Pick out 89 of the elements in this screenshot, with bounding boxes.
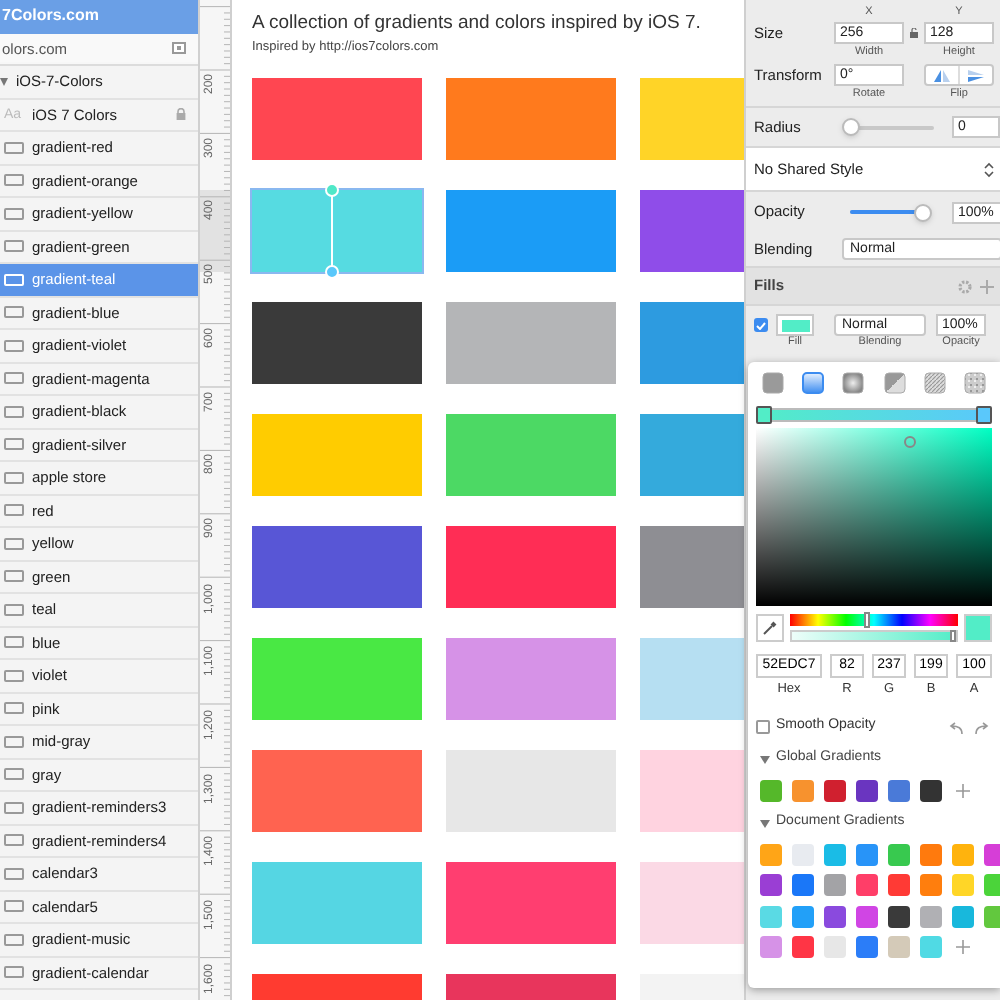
gradient-swatch[interactable] <box>760 843 782 865</box>
gradient-swatch[interactable] <box>760 936 782 958</box>
gradient-swatch[interactable] <box>792 779 814 801</box>
alpha-slider[interactable] <box>790 629 958 641</box>
saturation-brightness-field[interactable] <box>756 428 992 606</box>
gradient-swatch[interactable] <box>792 905 814 927</box>
gradient-swatch[interactable] <box>824 936 846 958</box>
gradient-swatch[interactable] <box>856 779 878 801</box>
gradient-swatch[interactable] <box>984 843 1000 865</box>
gradient-swatch[interactable] <box>888 779 910 801</box>
eyedropper-icon <box>762 619 778 635</box>
gradient-swatch[interactable] <box>952 874 974 896</box>
slider-thumb[interactable] <box>950 629 956 641</box>
color-cursor[interactable] <box>904 436 916 448</box>
box-icon <box>172 42 186 55</box>
slider-thumb[interactable] <box>864 611 871 627</box>
gradient-swatch[interactable] <box>888 874 910 896</box>
gradient-swatch[interactable] <box>984 905 1000 927</box>
plus-icon[interactable] <box>956 783 970 797</box>
redo-icon[interactable] <box>974 721 990 733</box>
fill-type-flat-icon[interactable] <box>762 372 784 394</box>
gradient-swatch[interactable] <box>952 905 974 927</box>
eyedropper-button[interactable] <box>756 613 784 641</box>
hue-slider[interactable] <box>790 613 958 625</box>
color-swatch[interactable] <box>252 750 422 832</box>
slider-thumb[interactable] <box>842 118 860 136</box>
gradient-swatch[interactable] <box>824 874 846 896</box>
gradient-handle[interactable] <box>324 182 340 280</box>
disclosure-icon <box>760 819 770 827</box>
color-swatch[interactable] <box>446 638 616 720</box>
color-swatch[interactable] <box>446 414 616 496</box>
check-icon <box>756 321 766 329</box>
gradient-swatch[interactable] <box>920 874 942 896</box>
gradient-swatch[interactable] <box>760 905 782 927</box>
color-swatch[interactable] <box>446 526 616 608</box>
gradient-swatch[interactable] <box>888 843 910 865</box>
undo-icon[interactable] <box>948 721 964 733</box>
gradient-swatch[interactable] <box>824 843 846 865</box>
gradient-stop[interactable] <box>976 406 992 424</box>
gradient-bar[interactable] <box>756 408 992 422</box>
gradient-swatch[interactable] <box>920 905 942 927</box>
flip-icon <box>934 69 950 81</box>
gradient-swatch[interactable] <box>856 874 878 896</box>
color-swatch[interactable] <box>252 638 422 720</box>
color-swatch[interactable] <box>252 526 422 608</box>
color-swatch[interactable] <box>446 862 616 944</box>
plus-icon <box>980 279 994 293</box>
color-swatch[interactable] <box>446 78 616 160</box>
fill-type-noise-icon[interactable] <box>963 372 986 394</box>
page-title: 7Colors.com <box>0 8 99 25</box>
gradient-swatch[interactable] <box>920 936 942 958</box>
color-swatch[interactable] <box>252 414 422 496</box>
gradient-swatch[interactable] <box>760 779 782 801</box>
fill-type-radial-icon[interactable] <box>842 372 865 394</box>
gradient-swatch[interactable] <box>856 936 878 958</box>
fill-type-angular-icon[interactable] <box>883 372 906 394</box>
slider-thumb[interactable] <box>914 203 932 221</box>
fill-swatch[interactable] <box>776 314 814 336</box>
gradient-swatch[interactable] <box>952 843 974 865</box>
color-swatch[interactable] <box>446 190 616 272</box>
gradient-swatch[interactable] <box>856 905 878 927</box>
gradient-swatch[interactable] <box>760 874 782 896</box>
gradient-swatch[interactable] <box>792 936 814 958</box>
canvas-title: A collection of gradients and colors inspired by iOS 7. <box>252 10 701 36</box>
gradient-swatch[interactable] <box>792 874 814 896</box>
fill-type-linear-icon[interactable] <box>802 372 825 394</box>
settings-icon <box>958 279 972 293</box>
lock-icon <box>910 28 918 38</box>
disclosure-icon <box>0 77 8 86</box>
stepper-icon <box>984 161 994 177</box>
gradient-swatch[interactable] <box>920 843 942 865</box>
fill-type-pattern-icon[interactable] <box>923 372 946 394</box>
gradient-swatch[interactable] <box>920 779 942 801</box>
gradient-swatch[interactable] <box>856 843 878 865</box>
plus-icon[interactable] <box>956 940 970 954</box>
color-swatch[interactable] <box>252 862 422 944</box>
gradient-stop[interactable] <box>756 406 772 424</box>
disclosure-icon <box>760 755 770 763</box>
gradient-swatch[interactable] <box>824 905 846 927</box>
flip-icon <box>968 69 984 81</box>
color-swatch[interactable] <box>446 750 616 832</box>
gradient-swatch[interactable] <box>888 905 910 927</box>
gradient-swatch[interactable] <box>888 936 910 958</box>
gradient-swatch[interactable] <box>984 874 1000 896</box>
color-swatch[interactable] <box>446 302 616 384</box>
color-swatch[interactable] <box>252 78 422 160</box>
color-swatch[interactable] <box>252 302 422 384</box>
gradient-swatch[interactable] <box>824 779 846 801</box>
checkbox[interactable] <box>756 720 770 734</box>
